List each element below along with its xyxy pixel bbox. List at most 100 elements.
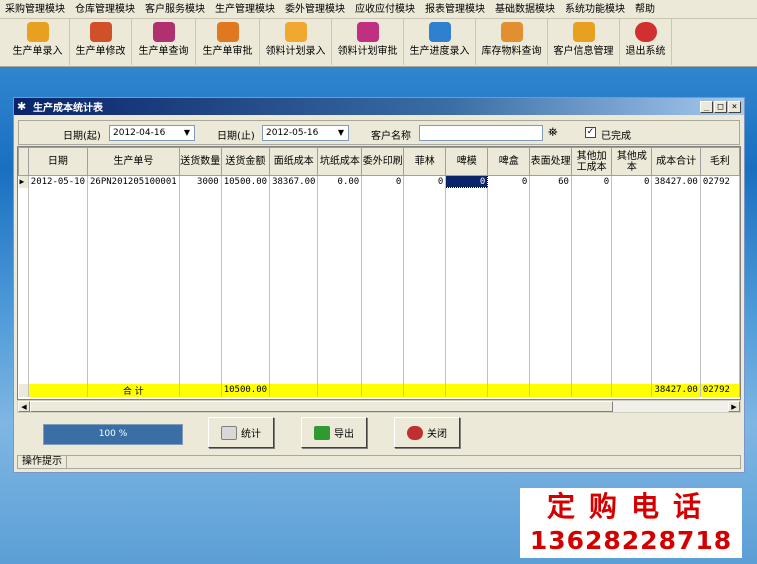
cell-gross-profit[interactable]: 02792 bbox=[700, 175, 740, 188]
col-header-die-box[interactable]: 啤盒 bbox=[487, 147, 531, 176]
cell-face-paper-cost[interactable]: 38367.00 bbox=[269, 175, 319, 188]
menu-receivable-payable[interactable]: 应收应付模块 bbox=[350, 0, 420, 19]
col-header-order-no[interactable]: 生产单号 bbox=[86, 147, 180, 176]
date-start-picker[interactable]: 2012-04-16 ▼ bbox=[109, 125, 195, 141]
col-header-corrugated-cost[interactable]: 坑纸成本 bbox=[317, 147, 363, 176]
ad-phone-number: 13628228718 bbox=[529, 526, 733, 555]
order-query-icon bbox=[152, 22, 175, 42]
cell-cost-total[interactable]: 38427.00 bbox=[651, 175, 701, 188]
window-titlebar[interactable]: ✱ 生产成本统计表 _ □ × bbox=[14, 98, 744, 115]
progress-entry-button[interactable]: 生产进度录入 bbox=[404, 19, 476, 65]
inventory-query-icon bbox=[500, 22, 523, 42]
ad-title: 定购电话 bbox=[546, 490, 715, 523]
phone-ad-overlay: 定购电话 13628228718 bbox=[520, 488, 742, 558]
summary-cost-total: 38427.00 bbox=[651, 383, 701, 397]
maximize-button[interactable]: □ bbox=[714, 100, 727, 113]
window-app-icon: ✱ bbox=[17, 100, 27, 113]
col-header-die-mold[interactable]: 啤模 bbox=[445, 147, 489, 176]
cell-delivery-amount[interactable]: 10500.00 bbox=[221, 175, 271, 188]
close-button[interactable]: 关闭 bbox=[394, 417, 460, 448]
stats-button[interactable]: 统计 bbox=[208, 417, 274, 448]
cell-surface-treatment[interactable]: 60 bbox=[529, 175, 572, 188]
cell-film[interactable]: 0 bbox=[403, 175, 447, 188]
menu-purchase[interactable]: 采购管理模块 bbox=[0, 0, 70, 19]
customer-name-input[interactable] bbox=[419, 125, 543, 141]
cell-delivery-qty[interactable]: 3000 bbox=[179, 175, 222, 188]
menu-help[interactable]: 帮助 bbox=[630, 0, 660, 19]
col-header-date[interactable]: 日期 bbox=[27, 147, 88, 176]
date-start-label: 日期(起) bbox=[63, 131, 101, 142]
material-plan-entry-button[interactable]: 领料计划录入 bbox=[260, 19, 332, 65]
col-header-other-processing[interactable]: 其他加工成本 bbox=[570, 147, 613, 176]
cell-outsourced-print[interactable]: 0 bbox=[361, 175, 405, 188]
order-entry-label: 生产单录入 bbox=[12, 46, 63, 57]
filter-panel: 日期(起) 2012-04-16 ▼ 日期(止) 2012-05-16 ▼ 客户… bbox=[18, 120, 740, 145]
cell-date[interactable]: 2012-05-10 bbox=[28, 175, 88, 188]
scroll-right-icon[interactable]: ▶ bbox=[728, 401, 740, 412]
menu-outsourcing[interactable]: 委外管理模块 bbox=[280, 0, 350, 19]
cell-corrugated-cost[interactable]: 0.00 bbox=[317, 175, 363, 188]
status-bar: 操作提示 bbox=[17, 455, 741, 469]
completed-label: 已完成 bbox=[601, 131, 631, 142]
menu-customer-service[interactable]: 客户服务模块 bbox=[140, 0, 210, 19]
toolbar: 生产单录入 生产单修改 生产单查询 生产单审批 领料计划录入 领料计划审批 生产… bbox=[0, 19, 757, 67]
date-start-value: 2012-04-16 bbox=[113, 128, 166, 138]
export-button[interactable]: 导出 bbox=[301, 417, 367, 448]
material-plan-entry-icon bbox=[284, 22, 307, 42]
close-window-button[interactable]: × bbox=[728, 100, 741, 113]
chevron-down-icon[interactable]: ▼ bbox=[181, 127, 193, 139]
col-header-film[interactable]: 菲林 bbox=[403, 147, 447, 176]
horizontal-scrollbar[interactable]: ◀ ▶ bbox=[17, 400, 741, 413]
binoculars-search-icon[interactable]: ⛯ bbox=[548, 125, 558, 140]
cell-die-mold-selected[interactable]: 0 bbox=[445, 175, 489, 188]
menu-system[interactable]: 系统功能模块 bbox=[560, 0, 630, 19]
customer-info-icon bbox=[572, 22, 595, 42]
order-entry-button[interactable]: 生产单录入 bbox=[6, 19, 70, 65]
col-header-gross-profit[interactable]: 毛利 bbox=[699, 147, 740, 176]
date-end-value: 2012-05-16 bbox=[266, 128, 319, 138]
col-header-delivery-amount[interactable]: 送货金额 bbox=[220, 147, 271, 176]
inventory-query-button[interactable]: 库存物料查询 bbox=[476, 19, 548, 65]
cell-order-no[interactable]: 26PN201205100001 bbox=[87, 175, 180, 188]
col-header-outsourced-print[interactable]: 委外印刷 bbox=[361, 147, 405, 176]
summary-delivery-amount: 10500.00 bbox=[221, 383, 271, 397]
col-header-other-cost[interactable]: 其他成本 bbox=[611, 147, 653, 176]
close-circle-icon bbox=[407, 425, 423, 440]
material-plan-approve-icon bbox=[356, 22, 379, 42]
menu-warehouse[interactable]: 仓库管理模块 bbox=[70, 0, 140, 19]
order-edit-button[interactable]: 生产单修改 bbox=[70, 19, 132, 65]
completed-checkbox[interactable]: ✓ bbox=[585, 127, 596, 138]
menu-reports[interactable]: 报表管理模块 bbox=[420, 0, 490, 19]
cell-other-processing[interactable]: 0 bbox=[571, 175, 613, 188]
order-approve-button[interactable]: 生产单审批 bbox=[196, 19, 260, 65]
exit-system-label: 退出系统 bbox=[625, 46, 666, 57]
menu-production[interactable]: 生产管理模块 bbox=[210, 0, 280, 19]
order-query-button[interactable]: 生产单查询 bbox=[132, 19, 196, 65]
minimize-button[interactable]: _ bbox=[700, 100, 713, 113]
progress-entry-label: 生产进度录入 bbox=[409, 46, 470, 57]
customer-info-button[interactable]: 客户信息管理 bbox=[548, 19, 620, 65]
material-plan-approve-label: 领料计划审批 bbox=[337, 46, 398, 57]
col-header-cost-total[interactable]: 成本合计 bbox=[651, 147, 701, 176]
summary-row: 合 计 10500.00 38427.00 02792 bbox=[18, 383, 740, 397]
menu-base-data[interactable]: 基础数据模块 bbox=[490, 0, 560, 19]
col-header-surface-treatment[interactable]: 表面处理 bbox=[529, 147, 572, 176]
material-plan-entry-label: 领料计划录入 bbox=[265, 46, 326, 57]
current-row-indicator-icon: ▶ bbox=[18, 175, 29, 188]
cost-report-window: ✱ 生产成本统计表 _ □ × 日期(起) 2012-04-16 ▼ 日期(止)… bbox=[13, 97, 745, 473]
table-row[interactable]: ▶ 2012-05-10 26PN201205100001 3000 10500… bbox=[18, 175, 740, 188]
scroll-left-icon[interactable]: ◀ bbox=[18, 401, 30, 412]
scrollbar-thumb[interactable] bbox=[30, 401, 613, 412]
cell-other-cost[interactable]: 0 bbox=[611, 175, 653, 188]
col-header-delivery-qty[interactable]: 送货数量 bbox=[178, 147, 222, 176]
export-label: 导出 bbox=[334, 429, 354, 440]
col-header-face-paper-cost[interactable]: 面纸成本 bbox=[269, 147, 319, 176]
date-end-picker[interactable]: 2012-05-16 ▼ bbox=[262, 125, 349, 141]
cell-die-box[interactable]: 0 bbox=[487, 175, 531, 188]
order-edit-label: 生产单修改 bbox=[75, 46, 126, 57]
material-plan-approve-button[interactable]: 领料计划审批 bbox=[332, 19, 404, 65]
chevron-down-icon[interactable]: ▼ bbox=[335, 127, 347, 139]
cost-table: 日期 生产单号 送货数量 送货金额 面纸成本 坑纸成本 委外印刷 菲林 啤模 啤… bbox=[18, 147, 740, 397]
cost-data-grid: 日期 生产单号 送货数量 送货金额 面纸成本 坑纸成本 委外印刷 菲林 啤模 啤… bbox=[17, 146, 741, 400]
exit-system-button[interactable]: 退出系统 bbox=[620, 19, 672, 65]
